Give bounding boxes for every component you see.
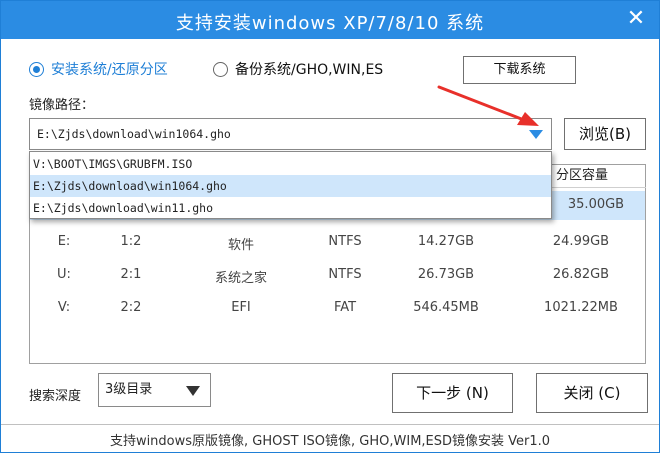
title-bar: 支持安装windows XP/7/8/10 系统 ✕ [1,1,659,39]
radio-backup-label: 备份系统/GHO,WIN,ES [235,62,384,78]
free-cell: 26.73GB [417,267,475,282]
window-title: 支持安装windows XP/7/8/10 系统 [175,13,485,34]
radio-install-restore[interactable]: 安装系统/还原分区 [29,59,168,79]
dropdown-arrow-icon[interactable] [529,130,543,139]
free-cell: 14.27GB [417,234,475,249]
search-depth-value: 3级目录 [105,382,153,397]
drive-cell: U: [57,267,71,282]
drive-cell: V: [57,300,71,315]
chevron-down-icon [186,386,200,396]
radio-selected-icon [29,61,44,77]
label-cell: 系统之家 [214,271,267,286]
fs-cell: FAT [333,300,357,315]
next-button[interactable]: 下一步 (N) [392,373,513,413]
radio-install-restore-label: 安装系统/还原分区 [51,62,168,78]
size-cell: 26.82GB [552,267,610,282]
free-cell: 546.45MB [413,300,479,315]
radio-backup[interactable]: 备份系统/GHO,WIN,ES [213,59,383,79]
fs-cell: NTFS [328,234,362,249]
installer-window: 支持安装windows XP/7/8/10 系统 ✕ 安装系统/还原分区 备份系… [0,0,660,453]
fs-cell: NTFS [328,267,362,282]
size-cell: 24.99GB [552,234,610,249]
radio-unselected-icon [213,61,228,77]
index-cell: 2:1 [120,267,142,282]
status-footer: 支持windows原版镜像, GHOST ISO镜像, GHO,WIM,ESD镜… [1,424,659,452]
size-cell: 1021.22MB [544,300,618,315]
image-path-dropdown-list: V:\BOOT\IMGS\GRUBFM.ISO E:\Zjds\download… [29,151,552,219]
dropdown-option-highlighted[interactable]: E:\Zjds\download\win1064.gho [30,175,551,197]
drive-cell: E: [57,234,71,249]
label-cell: EFI [231,300,251,315]
download-system-button[interactable]: 下载系统 [463,56,576,84]
image-path-combobox[interactable]: E:\Zjds\download\win1064.gho [29,118,552,150]
label-cell: 软件 [227,238,254,253]
capacity-column-header[interactable]: 分区容量 [552,164,646,188]
window-close-icon[interactable]: ✕ [623,6,649,32]
index-cell: 2:2 [120,300,142,315]
capacity-cell: 35.00GB [567,197,625,212]
close-button[interactable]: 关闭 (C) [536,373,648,413]
footer-text: 支持windows原版镜像, GHOST ISO镜像, GHO,WIM,ESD镜… [109,434,551,449]
image-path-label: 镜像路径： [29,98,95,113]
browse-button[interactable]: 浏览(B) [564,118,646,150]
image-path-value: E:\Zjds\download\win1064.gho [37,127,231,141]
dropdown-option[interactable]: V:\BOOT\IMGS\GRUBFM.ISO [30,153,551,175]
search-depth-select[interactable]: 3级目录 [98,373,211,407]
index-cell: 1:2 [120,234,142,249]
dropdown-option[interactable]: E:\Zjds\download\win11.gho [30,197,551,219]
search-depth-label: 搜索深度 [29,389,82,404]
